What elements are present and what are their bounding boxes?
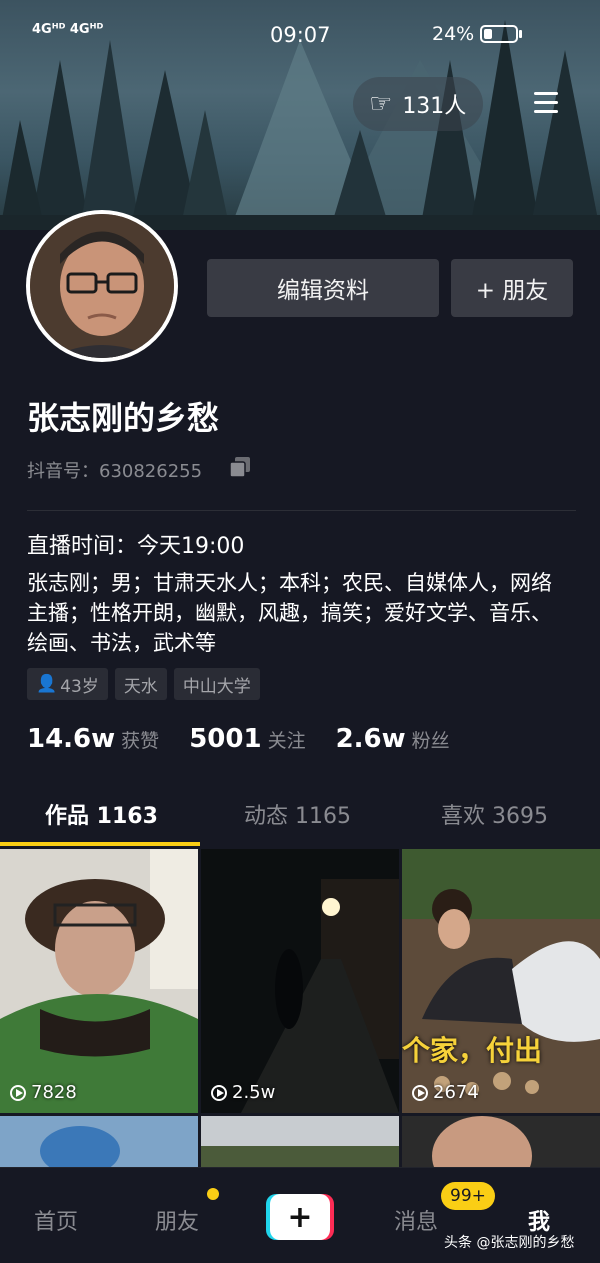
add-friend-button[interactable]: + 朋友: [451, 259, 573, 317]
nav-friends[interactable]: 朋友: [155, 1204, 199, 1236]
tab-posts[interactable]: 动态 1165: [244, 798, 351, 830]
visitors-button[interactable]: ☞ 131人: [353, 77, 483, 131]
likes-count[interactable]: 14.6w: [27, 724, 115, 754]
view-count: 2674: [412, 1082, 479, 1103]
header-banner[interactable]: 4Gᴴᴰ 4Gᴴᴰ 09:07 24% ☞ 131人: [0, 0, 600, 230]
followers-label: 粉丝: [411, 730, 450, 752]
profile-tags: 👤 43岁 天水 中山大学: [27, 668, 260, 700]
video-thumbnail[interactable]: 7828: [0, 849, 198, 1113]
messages-badge: 99+: [441, 1182, 495, 1210]
following-count[interactable]: 5001: [189, 724, 261, 754]
douyin-id: 抖音号：630826255: [27, 461, 203, 482]
profile-page: 4Gᴴᴰ 4Gᴴᴰ 09:07 24% ☞ 131人 编辑资料 + 朋友 张志刚…: [0, 0, 600, 1263]
visitors-count: 131人: [402, 94, 467, 119]
live-time: 直播时间：今天19:00: [27, 534, 245, 559]
person-icon: 👤: [36, 674, 58, 694]
tab-indicator: [0, 842, 200, 846]
video-thumbnail[interactable]: 2.5w: [201, 849, 399, 1113]
menu-icon[interactable]: [534, 92, 558, 114]
play-icon: [10, 1084, 26, 1101]
plus-icon: +: [270, 1194, 330, 1240]
view-count: 7828: [10, 1082, 77, 1103]
view-count: 2.5w: [211, 1082, 275, 1103]
battery-tip: [519, 30, 522, 38]
friends-notification-dot: [207, 1188, 219, 1200]
tag-age: 👤 43岁: [27, 668, 108, 700]
tag-school: 中山大学: [173, 668, 260, 700]
hand-wave-icon: ☞: [369, 89, 393, 119]
nav-messages[interactable]: 消息: [394, 1204, 438, 1236]
play-icon: [211, 1084, 227, 1101]
avatar[interactable]: [26, 210, 178, 362]
video-caption: 个家，付出: [402, 1034, 543, 1067]
content-tabs: 作品 1163 动态 1165 喜欢 3695: [0, 790, 600, 846]
likes-label: 获赞: [121, 730, 160, 752]
tag-location: 天水: [114, 668, 167, 700]
tab-likes[interactable]: 喜欢 3695: [441, 798, 548, 830]
following-label: 关注: [267, 730, 306, 752]
battery-percent: 24%: [432, 23, 475, 45]
play-icon: [412, 1084, 428, 1101]
profile-name: 张志刚的乡愁: [27, 399, 220, 437]
edit-profile-button[interactable]: 编辑资料: [207, 259, 439, 317]
followers-count[interactable]: 2.6w: [336, 724, 406, 754]
divider: [27, 510, 576, 511]
status-bar: 4Gᴴᴰ 4Gᴴᴰ 09:07 24%: [0, 0, 600, 70]
battery-icon: [480, 25, 518, 43]
network-indicator: 4Gᴴᴰ 4Gᴴᴰ: [32, 22, 104, 37]
stats-row: 14.6w 获赞 5001 关注 2.6w 粉丝: [27, 724, 480, 754]
create-button[interactable]: +: [266, 1194, 334, 1240]
watermark: 头条 @张志刚的乡愁: [444, 1235, 575, 1251]
tab-works[interactable]: 作品 1163: [45, 798, 158, 830]
clock: 09:07: [270, 23, 331, 47]
video-thumbnail[interactable]: 个家，付出 2674: [402, 849, 600, 1113]
avatar-photo: [30, 214, 174, 358]
nav-home[interactable]: 首页: [34, 1204, 78, 1236]
copy-icon[interactable]: [229, 456, 251, 478]
bio: 张志刚；男；甘肃天水人；本科；农民、自媒体人，网络主播；性格开朗，幽默，风趣，搞…: [27, 571, 552, 655]
